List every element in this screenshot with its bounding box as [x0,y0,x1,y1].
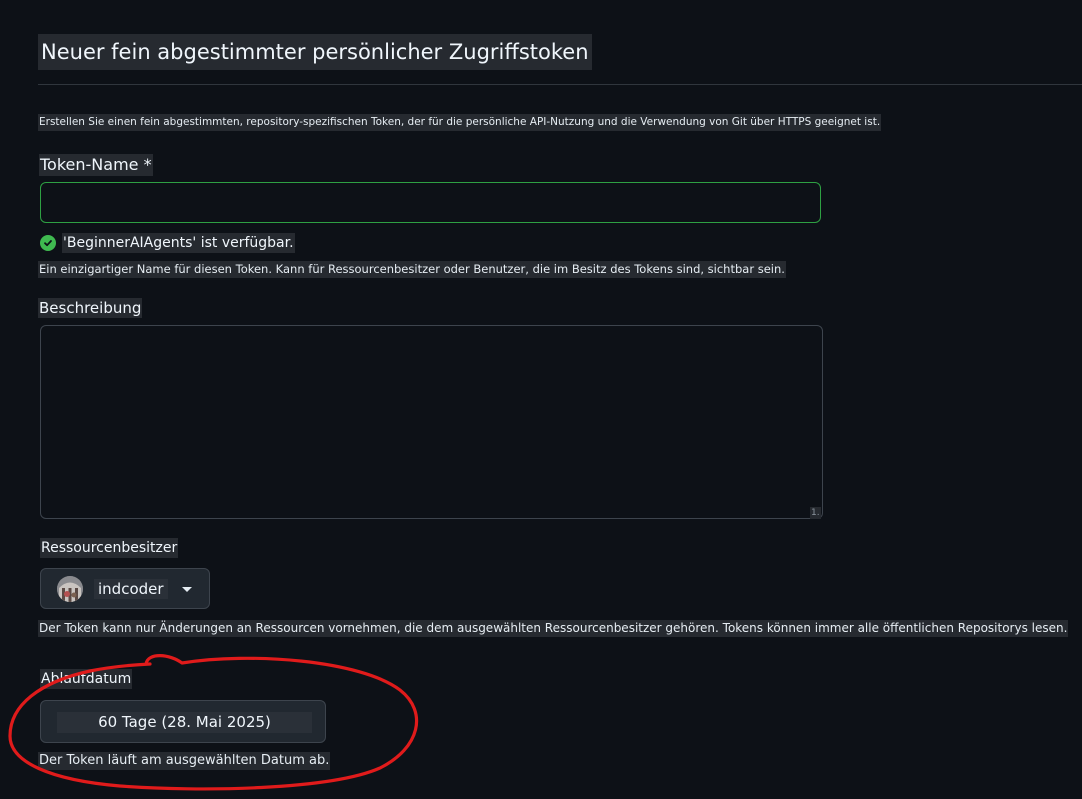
caret-down-icon [182,587,192,592]
description-textarea[interactable] [40,325,823,519]
resource-owner-name: indcoder [94,579,168,599]
page-intro: Erstellen Sie einen fein abgestimmten, r… [38,114,882,131]
expiration-help: Der Token läuft am ausgewählten Datum ab… [38,752,331,770]
token-form-page: Neuer fein abgestimmter persönlicher Zug… [0,0,1082,799]
avatar [57,576,83,602]
expiration-label: Ablaufdatum [40,669,133,689]
resource-owner-dropdown[interactable]: indcoder [40,568,210,609]
expiration-value: 60 Tage (28. Mai 2025) [57,712,312,733]
description-label: Beschreibung [38,298,143,318]
availability-text: 'BeginnerAIAgents' ist verfügbar. [62,233,295,253]
token-name-help: Ein einzigartiger Name für diesen Token.… [38,261,786,278]
textarea-resize-handle[interactable]: 1. [810,507,821,519]
check-circle-icon [40,235,56,251]
expiration-dropdown[interactable]: 60 Tage (28. Mai 2025) [40,700,326,743]
token-name-availability: 'BeginnerAIAgents' ist verfügbar. [40,233,295,253]
token-name-label: Token-Name * [39,154,153,176]
page-title: Neuer fein abgestimmter persönlicher Zug… [38,34,592,70]
resource-owner-label: Ressourcenbesitzer [40,538,179,558]
title-divider [38,84,1082,85]
token-name-input[interactable] [40,182,821,223]
resource-owner-help: Der Token kann nur Änderungen an Ressour… [38,620,1069,637]
